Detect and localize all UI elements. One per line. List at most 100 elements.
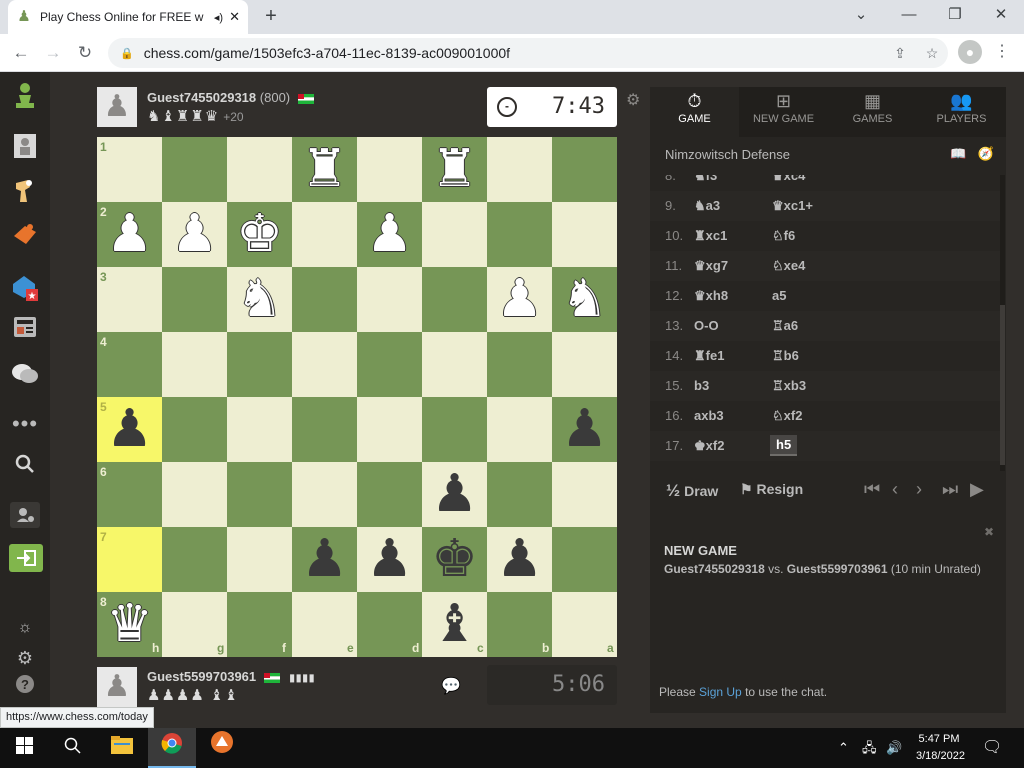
share-icon[interactable]: ⇪	[884, 45, 916, 62]
tab-new-game[interactable]: ⊞ NEW GAME	[739, 87, 828, 137]
white-piece-d2[interactable]: ♟	[357, 202, 422, 267]
black-move[interactable]: ♘xe4	[770, 255, 807, 277]
square-f7[interactable]	[227, 527, 292, 592]
new-tab-button[interactable]: +	[258, 4, 284, 30]
square-b1[interactable]	[487, 137, 552, 202]
bottom-player-username[interactable]: Guest5599703961	[147, 669, 256, 684]
browser-menu-icon[interactable]: ⋮	[992, 40, 1012, 64]
reload-button[interactable]: ↻	[72, 40, 98, 66]
move-list-scrollbar[interactable]	[1000, 175, 1005, 471]
black-move[interactable]: ♖b6	[770, 345, 801, 367]
learn-icon[interactable]	[9, 222, 41, 254]
white-piece-f2[interactable]: ♚	[227, 202, 292, 267]
top-player-username[interactable]: Guest7455029318	[147, 90, 256, 105]
chat-bubble-icon[interactable]: 💬	[441, 676, 461, 696]
square-d4[interactable]	[357, 332, 422, 397]
settings-gear-icon[interactable]: ⚙	[9, 642, 41, 674]
white-piece-a3[interactable]: ♞	[552, 267, 617, 332]
top-player-name[interactable]: Guest7455029318 (800)	[147, 90, 314, 105]
white-move[interactable]: ♜fe1	[692, 345, 726, 367]
windows-start-icon[interactable]	[0, 728, 48, 768]
black-move[interactable]: ♖xb3	[770, 375, 808, 397]
board-settings-icon[interactable]: ⚙	[626, 90, 640, 110]
square-a2[interactable]	[552, 202, 617, 267]
white-move[interactable]: ♛xg7	[692, 255, 730, 277]
black-move[interactable]: ♘f6	[770, 225, 797, 247]
profile-avatar-icon[interactable]: ●	[958, 40, 982, 64]
black-piece-d7[interactable]: ♟	[357, 527, 422, 592]
puzzles-icon[interactable]	[9, 178, 41, 210]
previous-move-icon[interactable]: ‹	[892, 479, 898, 500]
sign-up-link[interactable]: Sign Up	[699, 685, 742, 699]
network-icon[interactable]: 🖧	[862, 728, 877, 768]
white-move[interactable]: O-O	[692, 315, 721, 336]
white-piece-f3[interactable]: ♞	[227, 267, 292, 332]
black-piece-c7[interactable]: ♚	[422, 527, 487, 592]
app-icon[interactable]	[198, 728, 246, 768]
system-clock[interactable]: 5:47 PM 3/18/2022	[916, 731, 965, 765]
white-move[interactable]: ♞f3	[692, 175, 719, 187]
scrollbar-thumb[interactable]	[1000, 305, 1005, 465]
more-icon[interactable]: •••	[9, 408, 41, 440]
square-d6[interactable]	[357, 462, 422, 527]
explore-compass-icon[interactable]: 🧭	[978, 146, 994, 161]
close-window-button[interactable]: ✕	[978, 0, 1024, 30]
square-g6[interactable]	[162, 462, 227, 527]
square-a6[interactable]	[552, 462, 617, 527]
watch-icon[interactable]: ★	[9, 272, 41, 304]
square-a7[interactable]	[552, 527, 617, 592]
chess-logo-icon[interactable]	[9, 82, 41, 114]
square-e4[interactable]	[292, 332, 357, 397]
account-settings-icon[interactable]	[9, 502, 41, 534]
square-g3[interactable]	[162, 267, 227, 332]
square-e2[interactable]	[292, 202, 357, 267]
chrome-icon[interactable]	[148, 728, 196, 768]
volume-icon[interactable]: 🔊	[886, 728, 902, 768]
black-move[interactable]: ♘xf2	[770, 405, 804, 427]
tab-search-icon[interactable]: ⌄	[838, 0, 884, 30]
tab-players[interactable]: 👥 PLAYERS	[917, 87, 1006, 137]
square-e6[interactable]	[292, 462, 357, 527]
black-move[interactable]: ♖a6	[770, 315, 800, 337]
autoplay-icon[interactable]: ▶	[970, 479, 984, 500]
sign-in-icon[interactable]	[9, 544, 43, 576]
black-piece-c6[interactable]: ♟	[422, 462, 487, 527]
square-d1[interactable]	[357, 137, 422, 202]
lock-icon[interactable]: 🔒	[120, 47, 134, 60]
forward-button[interactable]: →	[40, 40, 66, 66]
resign-button[interactable]: ⚑ Resign	[740, 481, 803, 498]
square-a1[interactable]	[552, 137, 617, 202]
bookmark-star-icon[interactable]: ☆	[916, 45, 948, 62]
square-g4[interactable]	[162, 332, 227, 397]
tab-games[interactable]: ▦ GAMES	[828, 87, 917, 137]
square-e3[interactable]	[292, 267, 357, 332]
close-chat-icon[interactable]: ✖	[984, 525, 994, 539]
square-b4[interactable]	[487, 332, 552, 397]
last-move-icon[interactable]: ⏭	[942, 479, 958, 500]
address-bar[interactable]: 🔒 chess.com/game/1503efc3-a704-11ec-8139…	[108, 38, 948, 68]
square-b2[interactable]	[487, 202, 552, 267]
bottom-player-name[interactable]: Guest5599703961 ▮▮▮▮	[147, 669, 315, 684]
draw-button[interactable]: ½ Draw	[666, 481, 718, 501]
help-icon[interactable]: ?	[9, 672, 41, 704]
black-move[interactable]: ♛xc4	[770, 175, 807, 187]
move-list[interactable]: 8. ♞f3 ♛xc4 9. ♞a3 ♛xc1+ 10. ♜xc1 ♘f6 11. ♛xg7 ♘xe4…	[650, 175, 1000, 471]
square-f4[interactable]	[227, 332, 292, 397]
white-piece-h2[interactable]: ♟	[97, 202, 162, 267]
social-icon[interactable]	[9, 362, 41, 394]
minimize-button[interactable]: —	[886, 0, 932, 30]
white-move[interactable]: ♜xc1	[692, 225, 729, 247]
black-move[interactable]: a5	[770, 285, 788, 306]
opening-name[interactable]: Nimzowitsch Defense	[665, 147, 790, 162]
theme-toggle-icon[interactable]: ☼	[9, 612, 41, 644]
first-move-icon[interactable]: ⏮	[864, 479, 880, 500]
black-piece-b7[interactable]: ♟	[487, 527, 552, 592]
square-d5[interactable]	[357, 397, 422, 462]
taskbar-search-icon[interactable]	[48, 728, 96, 768]
url-text[interactable]: chess.com/game/1503efc3-a704-11ec-8139-a…	[144, 45, 884, 61]
square-e5[interactable]	[292, 397, 357, 462]
square-c4[interactable]	[422, 332, 487, 397]
tab-close-icon[interactable]: ✕	[229, 9, 240, 25]
white-piece-c1[interactable]: ♜	[422, 137, 487, 202]
audio-playing-icon[interactable]: ◂)	[214, 11, 223, 24]
